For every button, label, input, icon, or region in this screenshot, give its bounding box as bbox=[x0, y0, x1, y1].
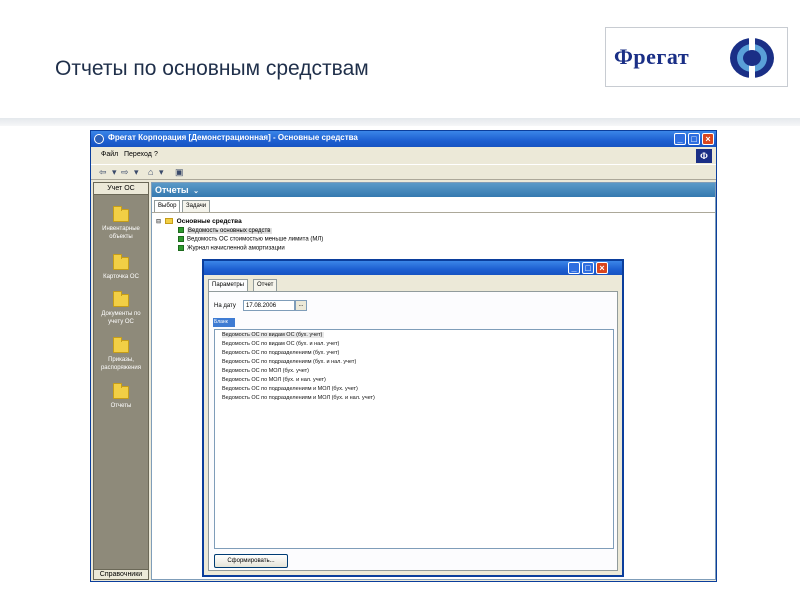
reports-header: Отчеты ⌄ bbox=[152, 183, 715, 197]
chevron-down-icon[interactable]: ⌄ bbox=[193, 188, 199, 195]
home-dropdown-icon[interactable]: ▾ bbox=[159, 167, 164, 178]
tree-root[interactable]: ⊟ Основные средства bbox=[156, 218, 242, 225]
report-parameters-dialog: _ □ × Параметры Отчет На дату 17.08.2006… bbox=[202, 259, 624, 577]
tree-item-asset-statement[interactable]: Ведомость основных средств bbox=[178, 227, 272, 234]
menu-file[interactable]: Файл bbox=[101, 151, 118, 158]
slide-divider bbox=[0, 118, 800, 126]
tree-item-low-value-statement[interactable]: Ведомость ОС стоимостью меньше лимита (М… bbox=[178, 236, 323, 243]
dialog-minimize-button[interactable]: _ bbox=[568, 262, 580, 274]
window-titlebar[interactable]: Фрегат Корпорация [Демонстрационная] - О… bbox=[91, 131, 716, 147]
close-button[interactable]: × bbox=[702, 133, 714, 145]
folder-icon bbox=[113, 291, 129, 307]
date-field[interactable]: 17.08.2006 bbox=[243, 300, 295, 311]
window-title: Фрегат Корпорация [Демонстрационная] - О… bbox=[108, 133, 358, 142]
list-item[interactable]: Ведомость ОС по подразделениям (бух. уче… bbox=[222, 350, 339, 356]
nav-references[interactable]: Справочники bbox=[94, 569, 148, 579]
menu-navigate[interactable]: Переход bbox=[124, 151, 152, 158]
tab-tasks[interactable]: Задачи bbox=[182, 200, 211, 212]
logo-text: Фрегат bbox=[614, 44, 690, 69]
tree-item-depreciation-journal[interactable]: Журнал начисленной амортизации bbox=[178, 245, 285, 252]
nav-os-documents[interactable]: Документы по учету ОС bbox=[94, 291, 148, 326]
folder-icon bbox=[113, 206, 129, 222]
list-item[interactable]: Ведомость ОС по видам ОС (бух. учет) bbox=[222, 332, 325, 338]
tree-root-label: Основные средства bbox=[176, 218, 242, 225]
tab-parameters[interactable]: Параметры bbox=[208, 279, 248, 291]
blank-section-label: Бланк bbox=[213, 318, 235, 327]
tab-report[interactable]: Отчет bbox=[253, 279, 278, 291]
forward-icon[interactable]: ⇨ bbox=[121, 167, 129, 178]
list-item[interactable]: Ведомость ОС по подразделениям (бух. и н… bbox=[222, 359, 356, 365]
list-item[interactable]: Ведомость ОС по МОЛ (бух. и нал. учет) bbox=[222, 377, 326, 383]
nav-label: Карточка ОС bbox=[103, 274, 139, 280]
panel-toggle-icon[interactable]: ▣ bbox=[175, 167, 184, 178]
left-nav-pane: Учет ОС Инвентарные объекты Карточка ОС … bbox=[93, 182, 149, 580]
generate-report-button[interactable]: Сформировать... bbox=[214, 554, 288, 568]
dialog-tabs: Параметры Отчет bbox=[208, 279, 618, 291]
menu-bar: Файл Переход ? Ф bbox=[91, 149, 716, 163]
tree-item-label: Ведомость ОС стоимостью меньше лимита (М… bbox=[187, 236, 324, 243]
date-picker-button[interactable]: ... bbox=[295, 300, 307, 311]
nav-reports[interactable]: Отчеты bbox=[94, 383, 148, 410]
nav-orders[interactable]: Приказы, распоряжения bbox=[94, 337, 148, 372]
dialog-titlebar[interactable]: _ □ × bbox=[204, 261, 622, 275]
report-icon bbox=[178, 236, 184, 242]
tree-item-label: Журнал начисленной амортизации bbox=[187, 245, 285, 252]
blank-list: Ведомость ОС по видам ОС (бух. учет) Вед… bbox=[214, 329, 614, 549]
folder-open-icon bbox=[164, 218, 173, 225]
forward-dropdown-icon[interactable]: ▾ bbox=[134, 167, 139, 178]
nav-label: Документы по учету ОС bbox=[101, 311, 141, 325]
nav-label: Отчеты bbox=[110, 403, 132, 409]
nav-label: Инвентарные объекты bbox=[102, 226, 140, 240]
maximize-button[interactable]: □ bbox=[688, 133, 700, 145]
list-item[interactable]: Ведомость ОС по МОЛ (бух. учет) bbox=[222, 368, 309, 374]
home-icon[interactable]: ⌂ bbox=[148, 167, 153, 177]
slide-title: Отчеты по основным средствам bbox=[55, 57, 369, 80]
dialog-close-button[interactable]: × bbox=[596, 262, 608, 274]
folder-icon bbox=[113, 337, 129, 353]
folder-icon bbox=[113, 254, 129, 270]
logo-mark-icon bbox=[730, 38, 774, 78]
list-item[interactable]: Ведомость ОС по подразделениям и МОЛ (бу… bbox=[222, 386, 358, 392]
list-item[interactable]: Ведомость ОС по подразделениям и МОЛ (бу… bbox=[222, 395, 375, 401]
toolbar: ⇦ ▾ ⇨ ▾ ⌂ ▾ ▣ bbox=[91, 164, 716, 180]
folder-open-icon bbox=[113, 383, 129, 399]
nav-inventory-objects[interactable]: Инвентарные объекты bbox=[94, 206, 148, 241]
back-icon[interactable]: ⇦ bbox=[99, 167, 107, 178]
fregat-menu-logo: Ф bbox=[696, 149, 712, 163]
back-dropdown-icon[interactable]: ▾ bbox=[112, 167, 117, 178]
tab-select[interactable]: Выбор bbox=[154, 200, 181, 212]
date-label: На дату bbox=[214, 303, 236, 309]
reports-title: Отчеты bbox=[155, 185, 189, 195]
collapse-icon[interactable]: ⊟ bbox=[156, 219, 161, 225]
left-pane-header: Учет ОС bbox=[94, 183, 148, 195]
minimize-button[interactable]: _ bbox=[674, 133, 686, 145]
dialog-maximize-button[interactable]: □ bbox=[582, 262, 594, 274]
reports-tabs: Выбор Задачи bbox=[152, 199, 715, 213]
report-icon bbox=[178, 227, 184, 233]
fregat-logo: Фрегат bbox=[605, 27, 788, 87]
parameters-panel: На дату 17.08.2006 ... Бланк Ведомость О… bbox=[208, 291, 618, 571]
nav-label: Приказы, распоряжения bbox=[100, 357, 142, 371]
app-icon bbox=[94, 134, 104, 144]
menu-help[interactable]: ? bbox=[154, 151, 158, 158]
nav-os-card[interactable]: Карточка ОС bbox=[94, 254, 148, 281]
tree-item-label: Ведомость основных средств bbox=[187, 227, 272, 234]
report-icon bbox=[178, 245, 184, 251]
list-item[interactable]: Ведомость ОС по видам ОС (бух. и нал. уч… bbox=[222, 341, 339, 347]
